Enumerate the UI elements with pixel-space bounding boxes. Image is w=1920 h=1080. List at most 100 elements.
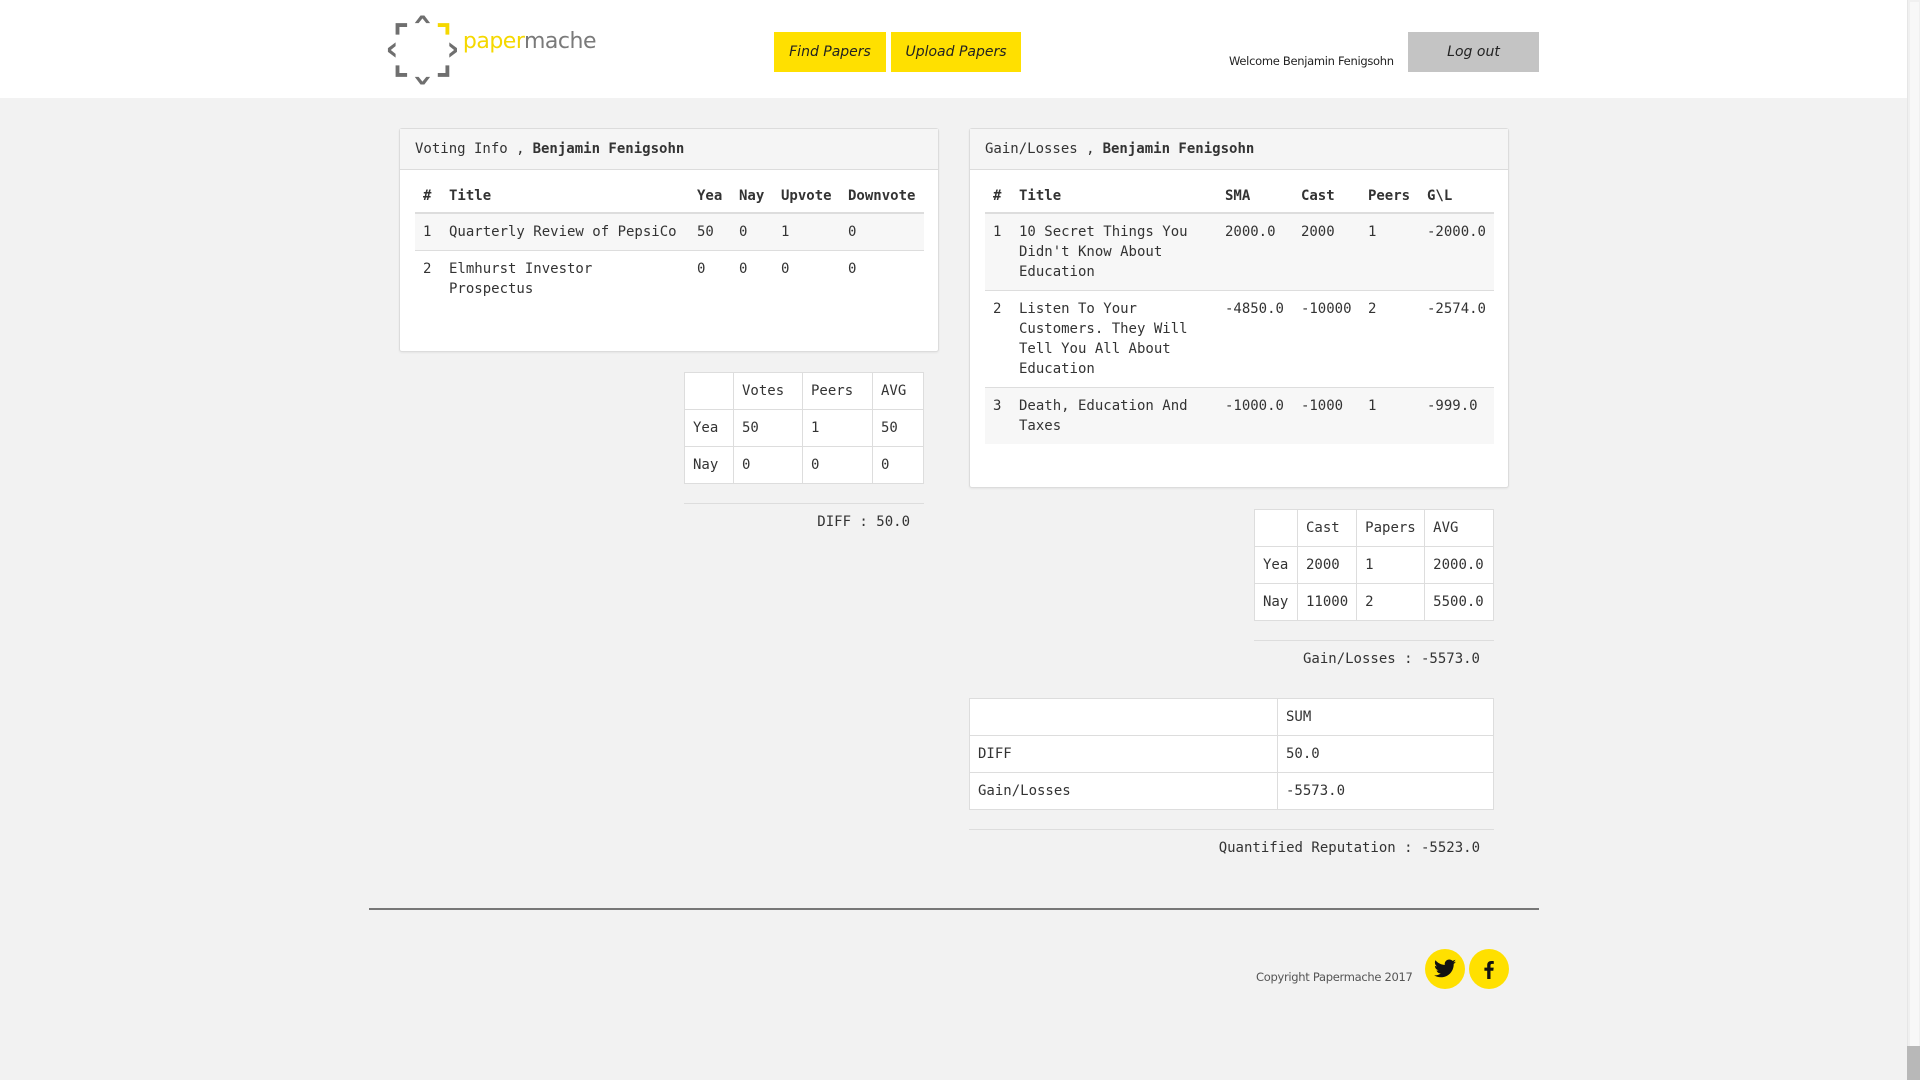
row-peers: 1 bbox=[1359, 212, 1419, 291]
row-title[interactable]: Death, Education And Taxes bbox=[1010, 387, 1217, 444]
row-title[interactable]: Elmhurst Investor Prospectus bbox=[441, 250, 689, 307]
gain-summary-table: Cast Papers AVG Yea 2000 1 2000.0 Nay 11… bbox=[1254, 509, 1494, 621]
summary-header-blank bbox=[1254, 509, 1298, 547]
row-title[interactable]: Listen To Your Customers. They Will Tell… bbox=[1010, 290, 1217, 388]
col-yea: Yea bbox=[689, 176, 731, 214]
summary-nay-row: Nay 0 0 0 bbox=[684, 446, 924, 484]
page-scrollbar[interactable] bbox=[1907, 0, 1920, 1080]
row-sma: 2000.0 bbox=[1216, 212, 1293, 291]
quantified-reputation: Quantified Reputation : -5523.0 bbox=[969, 829, 1494, 856]
summary-yea-papers: 1 bbox=[1356, 546, 1426, 584]
row-cast: -10000 bbox=[1292, 290, 1360, 388]
col-cast: Cast bbox=[1292, 176, 1360, 214]
row-sma: -1000.0 bbox=[1216, 387, 1293, 444]
scrollbar-track bbox=[1910, 2, 1919, 1046]
voting-table-header: # Title Yea Nay Upvote Downvote bbox=[415, 176, 924, 214]
row-downvote: 0 bbox=[840, 212, 924, 251]
col-peers: Peers bbox=[1359, 176, 1419, 214]
summary-header-blank bbox=[684, 372, 734, 410]
summary-header-row: Cast Papers AVG bbox=[1254, 509, 1494, 547]
voting-table: # Title Yea Nay Upvote Downvote 1 Quarte… bbox=[415, 176, 924, 307]
col-num: # bbox=[985, 176, 1011, 214]
row-sma: -4850.0 bbox=[1216, 290, 1293, 388]
row-title[interactable]: 10 Secret Things You Didn't Know About E… bbox=[1010, 212, 1217, 291]
row-gl: -2000.0 bbox=[1418, 212, 1494, 291]
voting-info-user: Benjamin Fenigsohn bbox=[532, 141, 685, 157]
gain-losses-panel: Gain/Losses , Benjamin Fenigsohn # Title… bbox=[969, 128, 1509, 488]
papermache-logo[interactable]: papermache bbox=[386, 12, 597, 88]
totals-header-sum: SUM bbox=[1277, 698, 1494, 736]
summary-nay-label: Nay bbox=[684, 446, 734, 484]
summary-yea-row: Yea 2000 1 2000.0 bbox=[1254, 546, 1494, 584]
logout-button[interactable]: Log out bbox=[1408, 32, 1539, 72]
facebook-icon bbox=[1484, 961, 1494, 979]
summary-yea-votes: 50 bbox=[733, 409, 803, 447]
logo-wordmark: papermache bbox=[462, 28, 597, 54]
summary-nay-cast: 11000 bbox=[1296, 583, 1358, 621]
row-downvote: 0 bbox=[840, 250, 924, 307]
row-upvote: 1 bbox=[773, 212, 840, 251]
row-gl: -999.0 bbox=[1418, 387, 1494, 444]
summary-yea-row: Yea 50 1 50 bbox=[684, 409, 924, 447]
totals-gl-value: -5573.0 bbox=[1277, 772, 1494, 810]
gain-losses-user: Benjamin Fenigsohn bbox=[1102, 141, 1255, 157]
totals-gl-label: Gain/Losses bbox=[969, 772, 1278, 810]
summary-nay-votes: 0 bbox=[733, 446, 803, 484]
summary-header-row: Votes Peers AVG bbox=[684, 372, 924, 410]
summary-header-cast: Cast bbox=[1296, 509, 1358, 547]
row-cast: 2000 bbox=[1292, 212, 1360, 291]
summary-yea-label: Yea bbox=[1254, 546, 1298, 584]
row-title[interactable]: Quarterly Review of PepsiCo bbox=[441, 212, 689, 251]
row-num: 1 bbox=[985, 212, 1011, 291]
voting-info-title: Voting Info , bbox=[415, 141, 525, 157]
upload-papers-button[interactable]: Upload Papers bbox=[891, 32, 1021, 72]
totals-header-blank bbox=[969, 698, 1278, 736]
gain-losses-summary: Gain/Losses : -5573.0 bbox=[1254, 640, 1494, 667]
row-yea: 0 bbox=[689, 250, 731, 307]
summary-yea-avg: 2000.0 bbox=[1424, 546, 1494, 584]
twitter-icon bbox=[1434, 959, 1456, 978]
row-nay: 0 bbox=[731, 250, 773, 307]
facebook-link[interactable] bbox=[1469, 949, 1509, 989]
row-peers: 2 bbox=[1359, 290, 1419, 388]
logo-wordmark-mache: mache bbox=[524, 28, 597, 54]
find-papers-button[interactable]: Find Papers bbox=[774, 32, 886, 72]
copyright-text: Copyright Papermache 2017 bbox=[1256, 970, 1413, 984]
summary-yea-label: Yea bbox=[684, 409, 734, 447]
col-upvote: Upvote bbox=[773, 176, 840, 214]
summary-nay-row: Nay 11000 2 5500.0 bbox=[1254, 583, 1494, 621]
row-num: 2 bbox=[985, 290, 1011, 388]
col-downvote: Downvote bbox=[840, 176, 924, 214]
summary-header-papers: Papers bbox=[1356, 509, 1426, 547]
col-title: Title bbox=[1010, 176, 1217, 214]
table-row: 2 Listen To Your Customers. They Will Te… bbox=[985, 290, 1494, 388]
row-yea: 50 bbox=[689, 212, 731, 251]
twitter-link[interactable] bbox=[1425, 949, 1465, 989]
table-row: 1 Quarterly Review of PepsiCo 50 0 1 0 bbox=[415, 212, 924, 251]
row-peers: 1 bbox=[1359, 387, 1419, 444]
row-num: 2 bbox=[415, 250, 441, 307]
table-row: 1 10 Secret Things You Didn't Know About… bbox=[985, 212, 1494, 291]
logo-wordmark-paper: paper bbox=[462, 28, 525, 54]
totals-table: SUM DIFF 50.0 Gain/Losses -5573.0 bbox=[969, 698, 1494, 810]
summary-header-peers: Peers bbox=[802, 372, 873, 410]
summary-nay-label: Nay bbox=[1254, 583, 1298, 621]
totals-gl-row: Gain/Losses -5573.0 bbox=[969, 772, 1494, 810]
gain-losses-table: # Title SMA Cast Peers G\L 1 10 Secret T… bbox=[985, 176, 1494, 444]
summary-yea-avg: 50 bbox=[872, 409, 924, 447]
row-upvote: 0 bbox=[773, 250, 840, 307]
voting-summary-table: Votes Peers AVG Yea 50 1 50 Nay 0 0 0 bbox=[684, 372, 924, 484]
scrollbar-thumb[interactable] bbox=[1907, 1046, 1920, 1080]
summary-nay-avg: 5500.0 bbox=[1424, 583, 1494, 621]
diff-summary: DIFF : 50.0 bbox=[684, 503, 924, 530]
gain-losses-heading: Gain/Losses , Benjamin Fenigsohn bbox=[970, 129, 1508, 170]
totals-header-row: SUM bbox=[969, 698, 1494, 736]
logo-mark-icon bbox=[387, 15, 457, 85]
summary-nay-papers: 2 bbox=[1356, 583, 1426, 621]
totals-diff-row: DIFF 50.0 bbox=[969, 735, 1494, 773]
col-num: # bbox=[415, 176, 441, 214]
top-header: papermache Find Papers Upload Papers Wel… bbox=[0, 0, 1907, 98]
row-cast: -1000 bbox=[1292, 387, 1360, 444]
totals-diff-value: 50.0 bbox=[1277, 735, 1494, 773]
row-num: 1 bbox=[415, 212, 441, 251]
